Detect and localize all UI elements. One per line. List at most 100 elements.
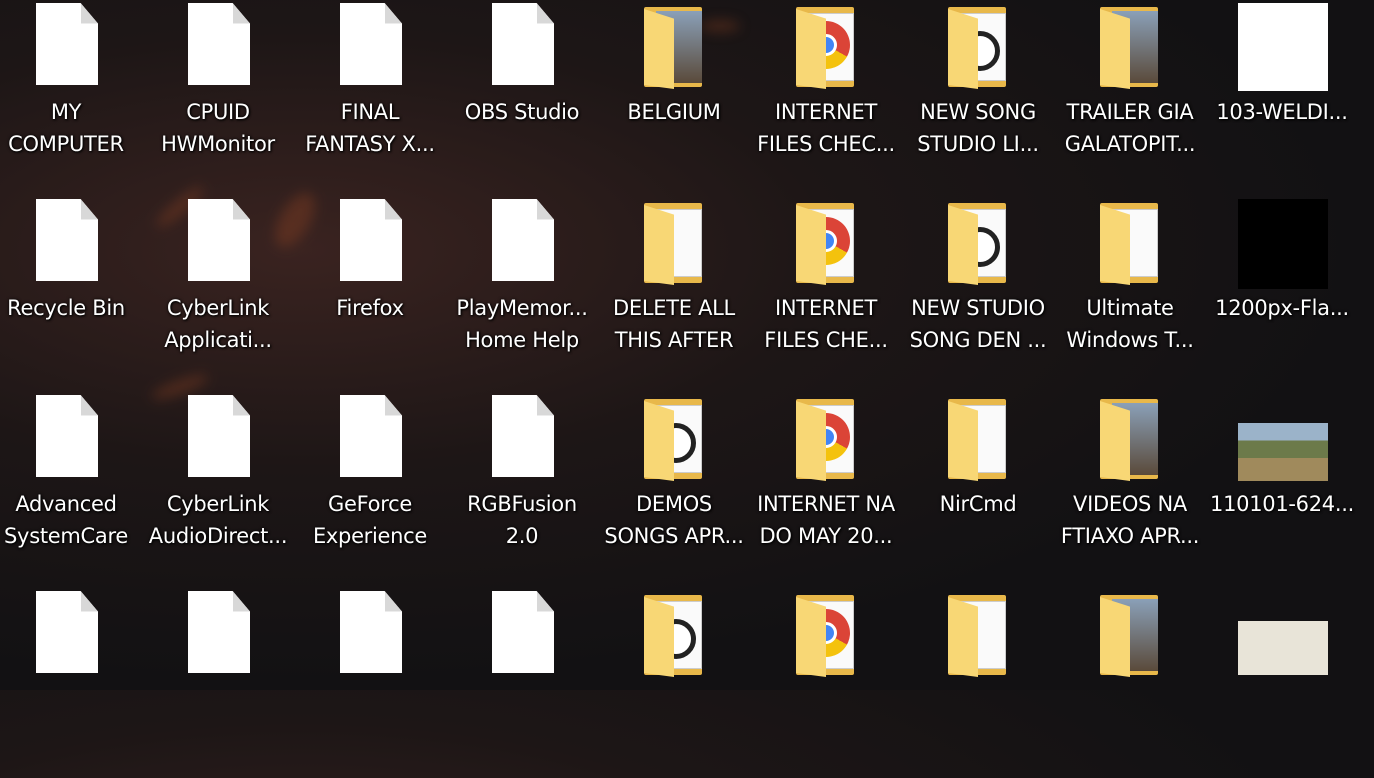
desktop-icon-label: NEW STUDIO SONG DEN ... (909, 296, 1047, 352)
desktop-icon-label: VIDEOS NA FTIAXO APR... (1060, 492, 1200, 548)
folder-icon (642, 591, 706, 677)
desktop-icon-label: NEW SONG STUDIO LI... (917, 100, 1039, 156)
folder-icon (946, 3, 1010, 89)
desktop-icon-label: Ultimate Windows T... (1066, 296, 1194, 352)
desktop-icon-label: INTERNET FILES CHEC... (757, 100, 895, 156)
desktop-icon-label: Recycle Bin (7, 296, 125, 320)
desktop-icon[interactable]: Ultimate Windows T... (1055, 196, 1205, 386)
desktop-icon-label: CyberLink Applicati... (164, 296, 272, 352)
image-thumbnail-icon (1238, 199, 1328, 289)
desktop-icon-label: CPUID HWMonitor (161, 100, 275, 156)
desktop-icon[interactable]: MY COMPUTER (0, 0, 141, 190)
desktop-icon-label: PlayMemor... Home Help (456, 296, 588, 352)
desktop-icon[interactable]: a g (1359, 0, 1374, 190)
file-icon (490, 199, 554, 285)
folder-icon (1098, 199, 1162, 285)
desktop-icon-label: 1200px-Fla... (1215, 296, 1349, 320)
file-icon (186, 3, 250, 89)
folder-icon (642, 199, 706, 285)
desktop-icon-label: NirCmd (939, 492, 1017, 516)
image-thumbnail-icon (1238, 3, 1328, 91)
file-icon (338, 199, 402, 285)
desktop-icon-label: DEMOS SONGS APR... (604, 492, 744, 548)
desktop-icon[interactable]: NirCmd (903, 392, 1053, 582)
desktop-icon-label: MY COMPUTER (8, 100, 124, 156)
chrome-folder-icon (794, 199, 858, 285)
desktop-icon[interactable] (447, 588, 597, 778)
desktop-icon[interactable]: RGBFusion 2.0 (447, 392, 597, 582)
desktop-icon[interactable]: BELGIUM (599, 0, 749, 190)
desktop-icon-label: FINAL FANTASY X... (305, 100, 435, 156)
desktop-icon[interactable] (1207, 588, 1357, 778)
desktop-icon[interactable]: NEW SONG STUDIO LI... (903, 0, 1053, 190)
file-icon (490, 395, 554, 481)
desktop-icon[interactable]: GeForce Experience (295, 392, 445, 582)
chrome-folder-icon (794, 3, 858, 89)
desktop-icon[interactable]: 103-WELDI... (1207, 0, 1357, 190)
desktop-icon[interactable]: PlayMemor... Home Help (447, 196, 597, 386)
file-icon (490, 591, 554, 677)
desktop-icon[interactable] (143, 588, 293, 778)
desktop-icon-label: INTERNET FILES CHE... (764, 296, 888, 352)
desktop-icon[interactable]: INTERNET NA DO MAY 20... (751, 392, 901, 582)
desktop-icon[interactable]: TRAILER GIA GALATOPIT... (1055, 0, 1205, 190)
folder-icon (642, 3, 706, 89)
file-icon (34, 3, 98, 89)
desktop-icon-label: 110101-624... (1210, 492, 1354, 516)
desktop-icon[interactable] (751, 588, 901, 778)
chrome-folder-icon (794, 395, 858, 481)
desktop-icon-label: BELGIUM (627, 100, 721, 124)
desktop-icon[interactable] (903, 588, 1053, 778)
folder-icon (946, 591, 1010, 677)
desktop-icon[interactable]: 110101-624... (1207, 392, 1357, 582)
file-icon (186, 395, 250, 481)
desktop-icon[interactable] (1055, 588, 1205, 778)
desktop-icon[interactable] (599, 588, 749, 778)
desktop-icon[interactable]: CPUID HWMonitor (143, 0, 293, 190)
image-thumbnail-icon (1238, 591, 1328, 677)
folder-icon (1098, 3, 1162, 89)
desktop-icon[interactable]: NEW STUDIO SONG DEN ... (903, 196, 1053, 386)
desktop-icon-label: GeForce Experience (312, 492, 428, 548)
desktop-icon[interactable]: Advanced SystemCare (0, 392, 141, 582)
desktop-icon[interactable]: CyberLink AudioDirect... (143, 392, 293, 582)
desktop-icon[interactable]: CyberLink Applicati... (143, 196, 293, 386)
folder-icon (1098, 591, 1162, 677)
desktop-icon[interactable]: Recycle Bin (0, 196, 141, 386)
desktop-icon-label: Advanced SystemCare (4, 492, 128, 548)
file-icon (34, 199, 98, 285)
desktop-icon[interactable]: VIDEOS NA FTIAXO APR... (1055, 392, 1205, 582)
file-icon (338, 591, 402, 677)
desktop-icon[interactable]: DELETE ALL THIS AFTER (599, 196, 749, 386)
desktop-icon[interactable]: DEMOS SONGS APR... (599, 392, 749, 582)
desktop-icon[interactable]: Firefox (295, 196, 445, 386)
desktop-icon-label: INTERNET NA DO MAY 20... (757, 492, 895, 548)
folder-icon (1098, 395, 1162, 481)
desktop-icon-label: Firefox (336, 296, 404, 320)
file-icon (186, 199, 250, 285)
desktop-icon[interactable]: INTERNET FILES CHEC... (751, 0, 901, 190)
desktop-icon[interactable]: FINAL FANTASY X... (295, 0, 445, 190)
desktop-icon-label: DELETE ALL THIS AFTER (613, 296, 735, 352)
desktop-icon-label: OBS Studio (464, 100, 580, 124)
file-icon (338, 3, 402, 89)
file-icon (490, 3, 554, 89)
desktop-icon[interactable]: 1200px-Fla... (1207, 196, 1357, 386)
chrome-folder-icon (794, 591, 858, 677)
desktop-icon-label: RGBFusion 2.0 (467, 492, 577, 548)
file-icon (34, 591, 98, 677)
desktop-icon-label: CyberLink AudioDirect... (148, 492, 288, 548)
folder-icon (642, 395, 706, 481)
file-icon (34, 395, 98, 481)
file-icon (186, 591, 250, 677)
image-thumbnail-icon (1238, 395, 1328, 481)
desktop-icon-label: TRAILER GIA GALATOPIT... (1064, 100, 1196, 156)
file-icon (338, 395, 402, 481)
desktop-icon-label: 103-WELDI... (1216, 100, 1348, 124)
desktop-icon[interactable]: INTERNET FILES CHE... (751, 196, 901, 386)
desktop-icon[interactable] (295, 588, 445, 778)
folder-icon (946, 199, 1010, 285)
desktop-icon[interactable] (0, 588, 141, 778)
desktop-icon[interactable]: OBS Studio (447, 0, 597, 190)
folder-icon (946, 395, 1010, 481)
